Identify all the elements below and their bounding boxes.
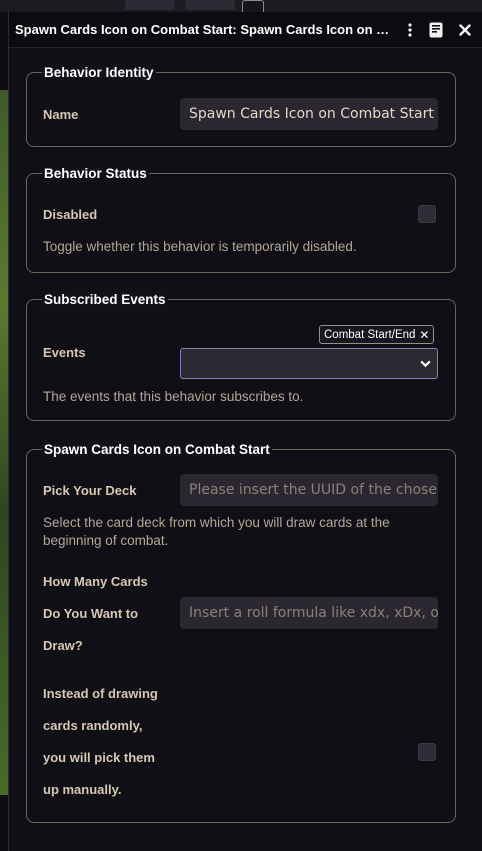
subscribed-events-group: Subscribed Events Combat Start/End ✕ Eve… xyxy=(26,291,456,421)
subscribed-events-legend: Subscribed Events xyxy=(42,291,168,309)
deck-label: Pick Your Deck xyxy=(43,483,137,498)
deck-hint-line2: beginning of combat. xyxy=(43,533,169,548)
manual-pick-label-line3: you will pick them xyxy=(43,750,155,765)
manual-pick-label-line1: Instead of drawing xyxy=(43,686,158,701)
disabled-checkbox[interactable] xyxy=(418,205,436,223)
behavior-config-window: Spawn Cards Icon on Combat Start: Spawn … xyxy=(8,12,482,851)
deck-hint-line1: Select the card deck from which you will… xyxy=(43,515,390,530)
spawn-cards-legend: Spawn Cards Icon on Combat Start xyxy=(42,441,272,459)
background-button xyxy=(185,0,235,10)
spawn-cards-group: Spawn Cards Icon on Combat Start Pick Yo… xyxy=(26,441,456,823)
background-button xyxy=(125,0,175,10)
disabled-label: Disabled xyxy=(43,207,98,222)
behavior-status-legend: Behavior Status xyxy=(42,165,149,183)
manual-pick-label-line4: up manually. xyxy=(43,782,122,797)
chevron-down-icon xyxy=(420,360,431,368)
window-titlebar[interactable]: Spawn Cards Icon on Combat Start: Spawn … xyxy=(9,12,482,48)
remove-tag-icon[interactable]: ✕ xyxy=(419,328,429,342)
deck-uuid-input[interactable]: Please insert the UUID of the chosen xyxy=(180,474,438,506)
close-icon[interactable] xyxy=(456,21,474,39)
manual-pick-checkbox[interactable] xyxy=(418,743,436,761)
kebab-menu-icon[interactable] xyxy=(401,21,419,39)
manual-pick-label-line2: cards randomly, xyxy=(43,718,143,733)
card-count-label-line1: How Many Cards xyxy=(43,574,148,589)
disabled-hint: Toggle whether this behavior is temporar… xyxy=(43,239,357,254)
window-title: Spawn Cards Icon on Combat Start: Spawn … xyxy=(15,22,395,37)
event-tag-combat-start-end: Combat Start/End ✕ xyxy=(319,325,435,344)
background-scene xyxy=(0,90,8,795)
card-count-input[interactable]: Insert a roll formula like xdx, xDx, or xyxy=(180,597,438,629)
name-label: Name xyxy=(43,107,79,122)
card-count-label-line2: Do You Want to xyxy=(43,606,139,621)
behavior-status-group: Behavior Status Disabled Toggle whether … xyxy=(26,165,456,273)
events-label: Events xyxy=(43,345,86,360)
card-count-label-line3: Draw? xyxy=(43,638,83,653)
background-toolbar xyxy=(0,0,482,12)
event-tag-label: Combat Start/End xyxy=(324,328,416,341)
sheet-icon[interactable] xyxy=(427,21,445,39)
behavior-identity-legend: Behavior Identity xyxy=(42,64,156,82)
events-select[interactable] xyxy=(180,348,438,379)
behavior-identity-group: Behavior Identity Name Spawn Cards Icon … xyxy=(26,64,456,147)
events-hint: The events that this behavior subscribes… xyxy=(43,389,304,404)
name-input[interactable]: Spawn Cards Icon on Combat Start xyxy=(180,98,438,130)
